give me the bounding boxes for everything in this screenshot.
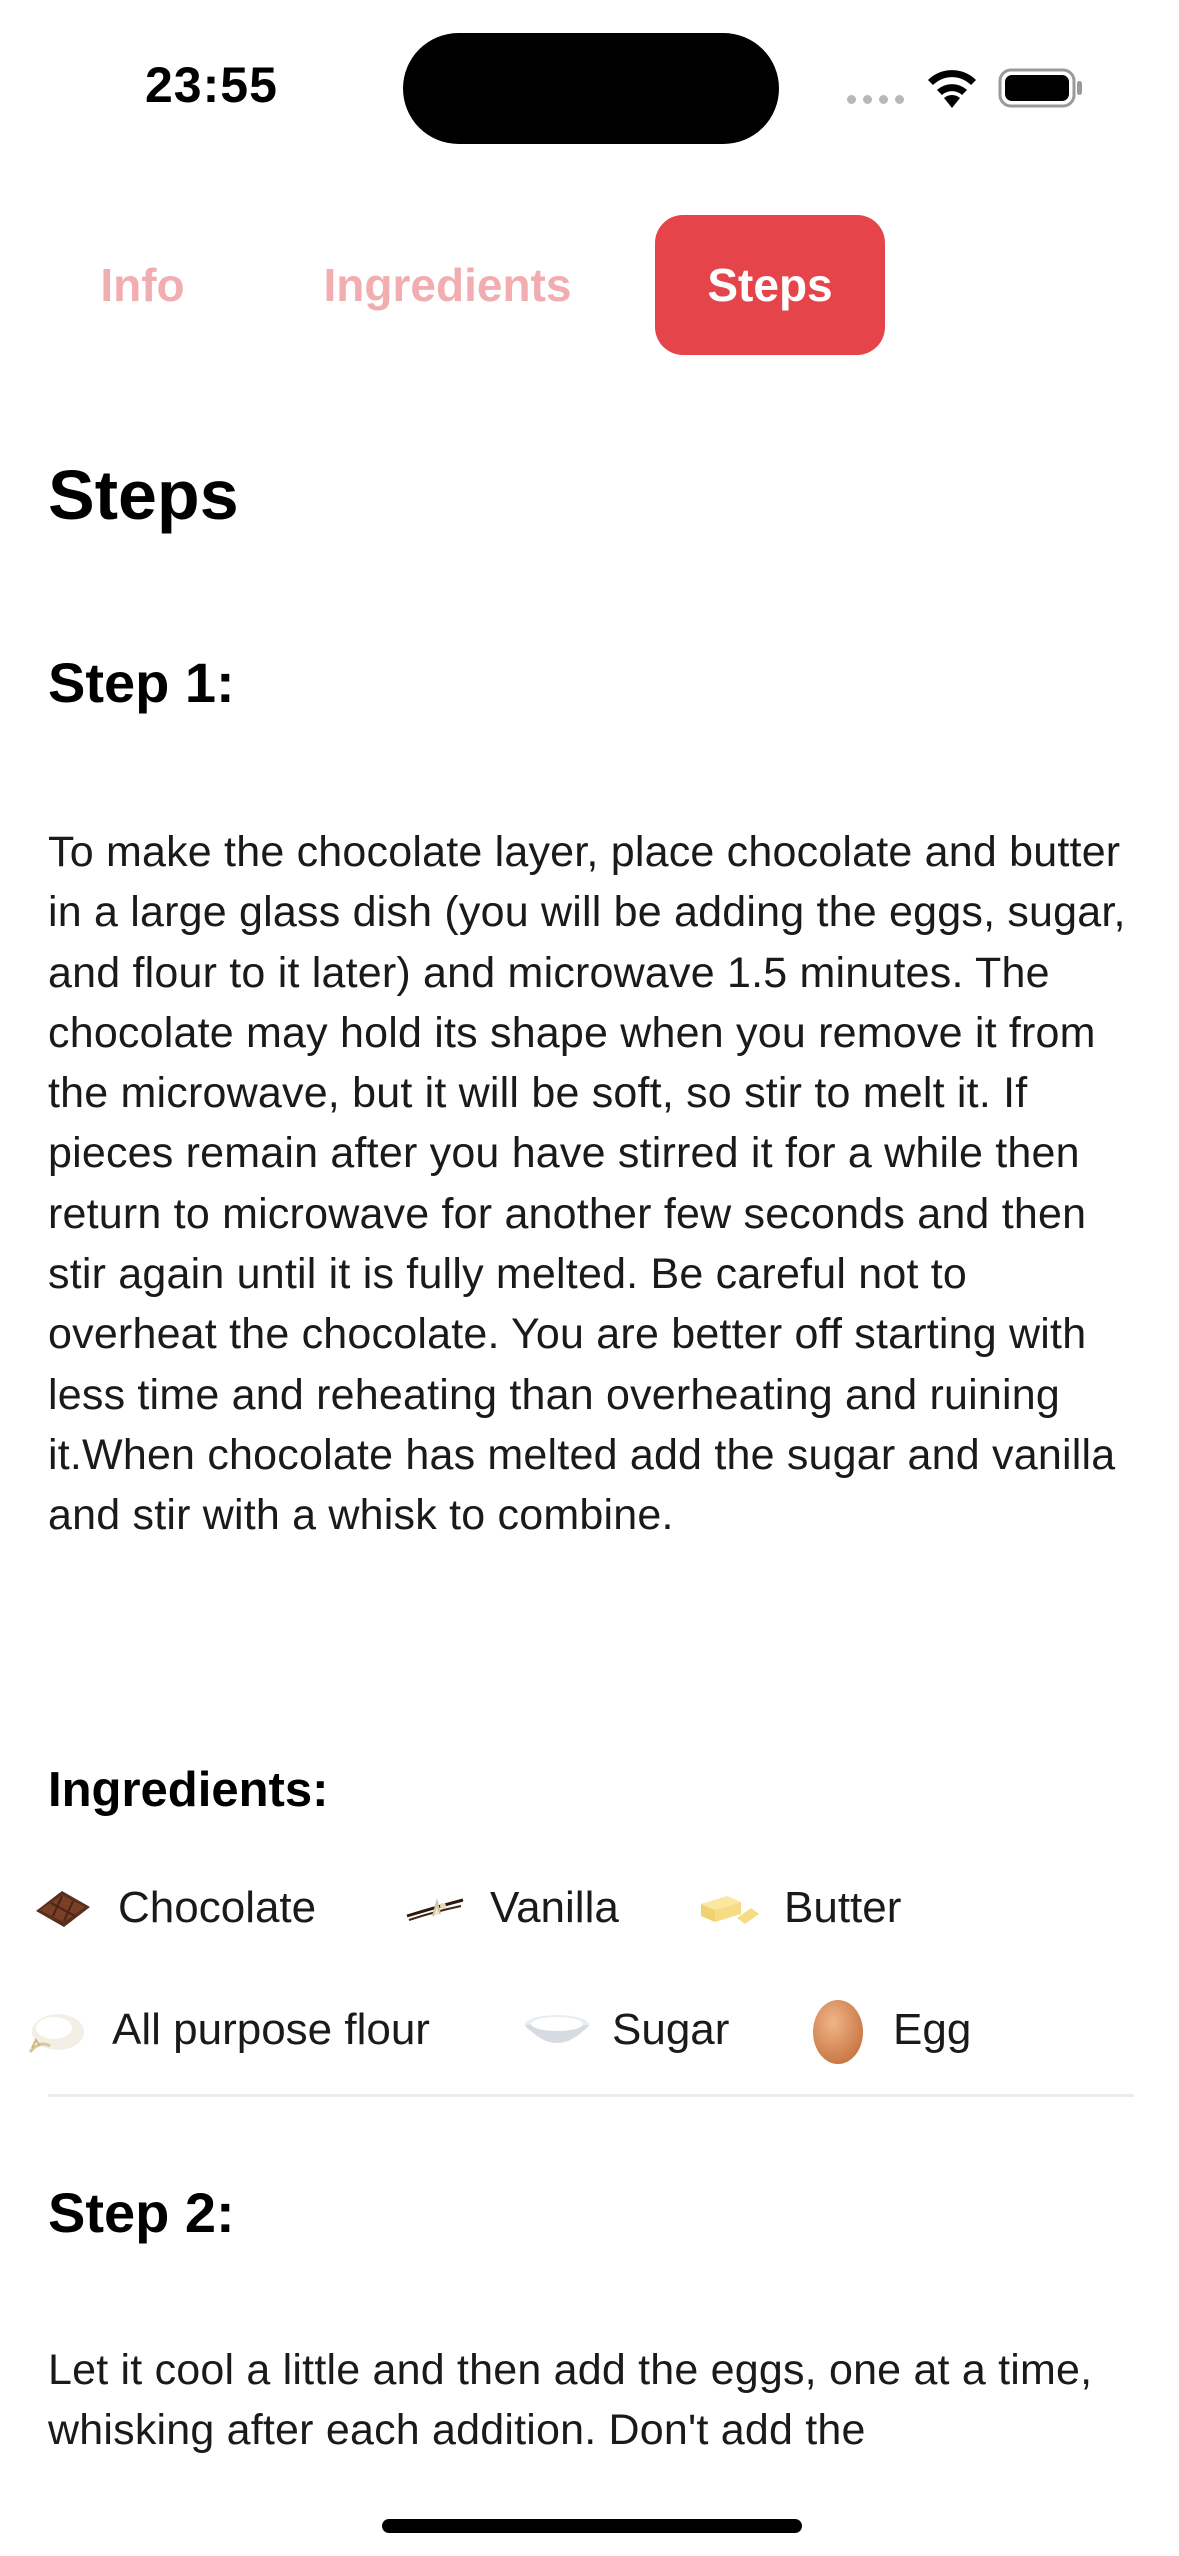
ingredient-chip-butter[interactable]: Butter <box>694 1868 901 1948</box>
chocolate-icon <box>28 1873 98 1943</box>
tab-steps[interactable]: Steps <box>655 215 885 355</box>
home-indicator[interactable] <box>382 2519 802 2533</box>
ingredient-chip-vanilla[interactable]: Vanilla <box>400 1868 619 1948</box>
egg-icon <box>803 1995 873 2065</box>
cellular-signal-icon <box>847 95 904 104</box>
battery-icon <box>998 68 1082 108</box>
step-1-text: To make the chocolate layer, place choco… <box>48 828 1126 1540</box>
step-2-title: Step 2: <box>48 2181 235 2244</box>
ingredient-name: All purpose flour <box>112 2005 430 2054</box>
sugar-icon <box>522 1995 592 2065</box>
step-divider <box>48 2094 1134 2097</box>
ingredient-chip-flour[interactable]: All purpose flour <box>22 1990 430 2070</box>
vanilla-icon <box>400 1873 470 1943</box>
step-2-text: Let it cool a little and then add the eg… <box>48 2346 1093 2455</box>
ingredient-name: Butter <box>784 1883 902 1932</box>
ingredient-chip-chocolate[interactable]: Chocolate <box>28 1868 316 1948</box>
tab-info[interactable]: Info <box>60 215 225 355</box>
wifi-icon <box>928 70 976 108</box>
step-1-title: Step 1: <box>48 651 235 714</box>
ingredient-chip-sugar[interactable]: Sugar <box>522 1990 729 2070</box>
dynamic-island <box>403 33 779 144</box>
segment-tabs: Info Ingredients Steps <box>0 215 1179 355</box>
status-bar: 23:55 <box>0 0 1179 180</box>
ingredient-name: Chocolate <box>118 1883 317 1932</box>
ingredient-chip-egg[interactable]: Egg <box>803 1990 971 2070</box>
ingredient-name: Sugar <box>612 2005 730 2054</box>
status-time: 23:55 <box>145 57 278 113</box>
flour-icon <box>22 1995 92 2065</box>
page-title: Steps <box>48 456 239 534</box>
butter-icon <box>694 1873 764 1943</box>
ingredient-name: Vanilla <box>490 1883 619 1932</box>
step-1-ingredients-title: Ingredients: <box>48 1763 329 1817</box>
ingredient-name: Egg <box>893 2005 972 2054</box>
tab-ingredients[interactable]: Ingredients <box>290 215 605 355</box>
